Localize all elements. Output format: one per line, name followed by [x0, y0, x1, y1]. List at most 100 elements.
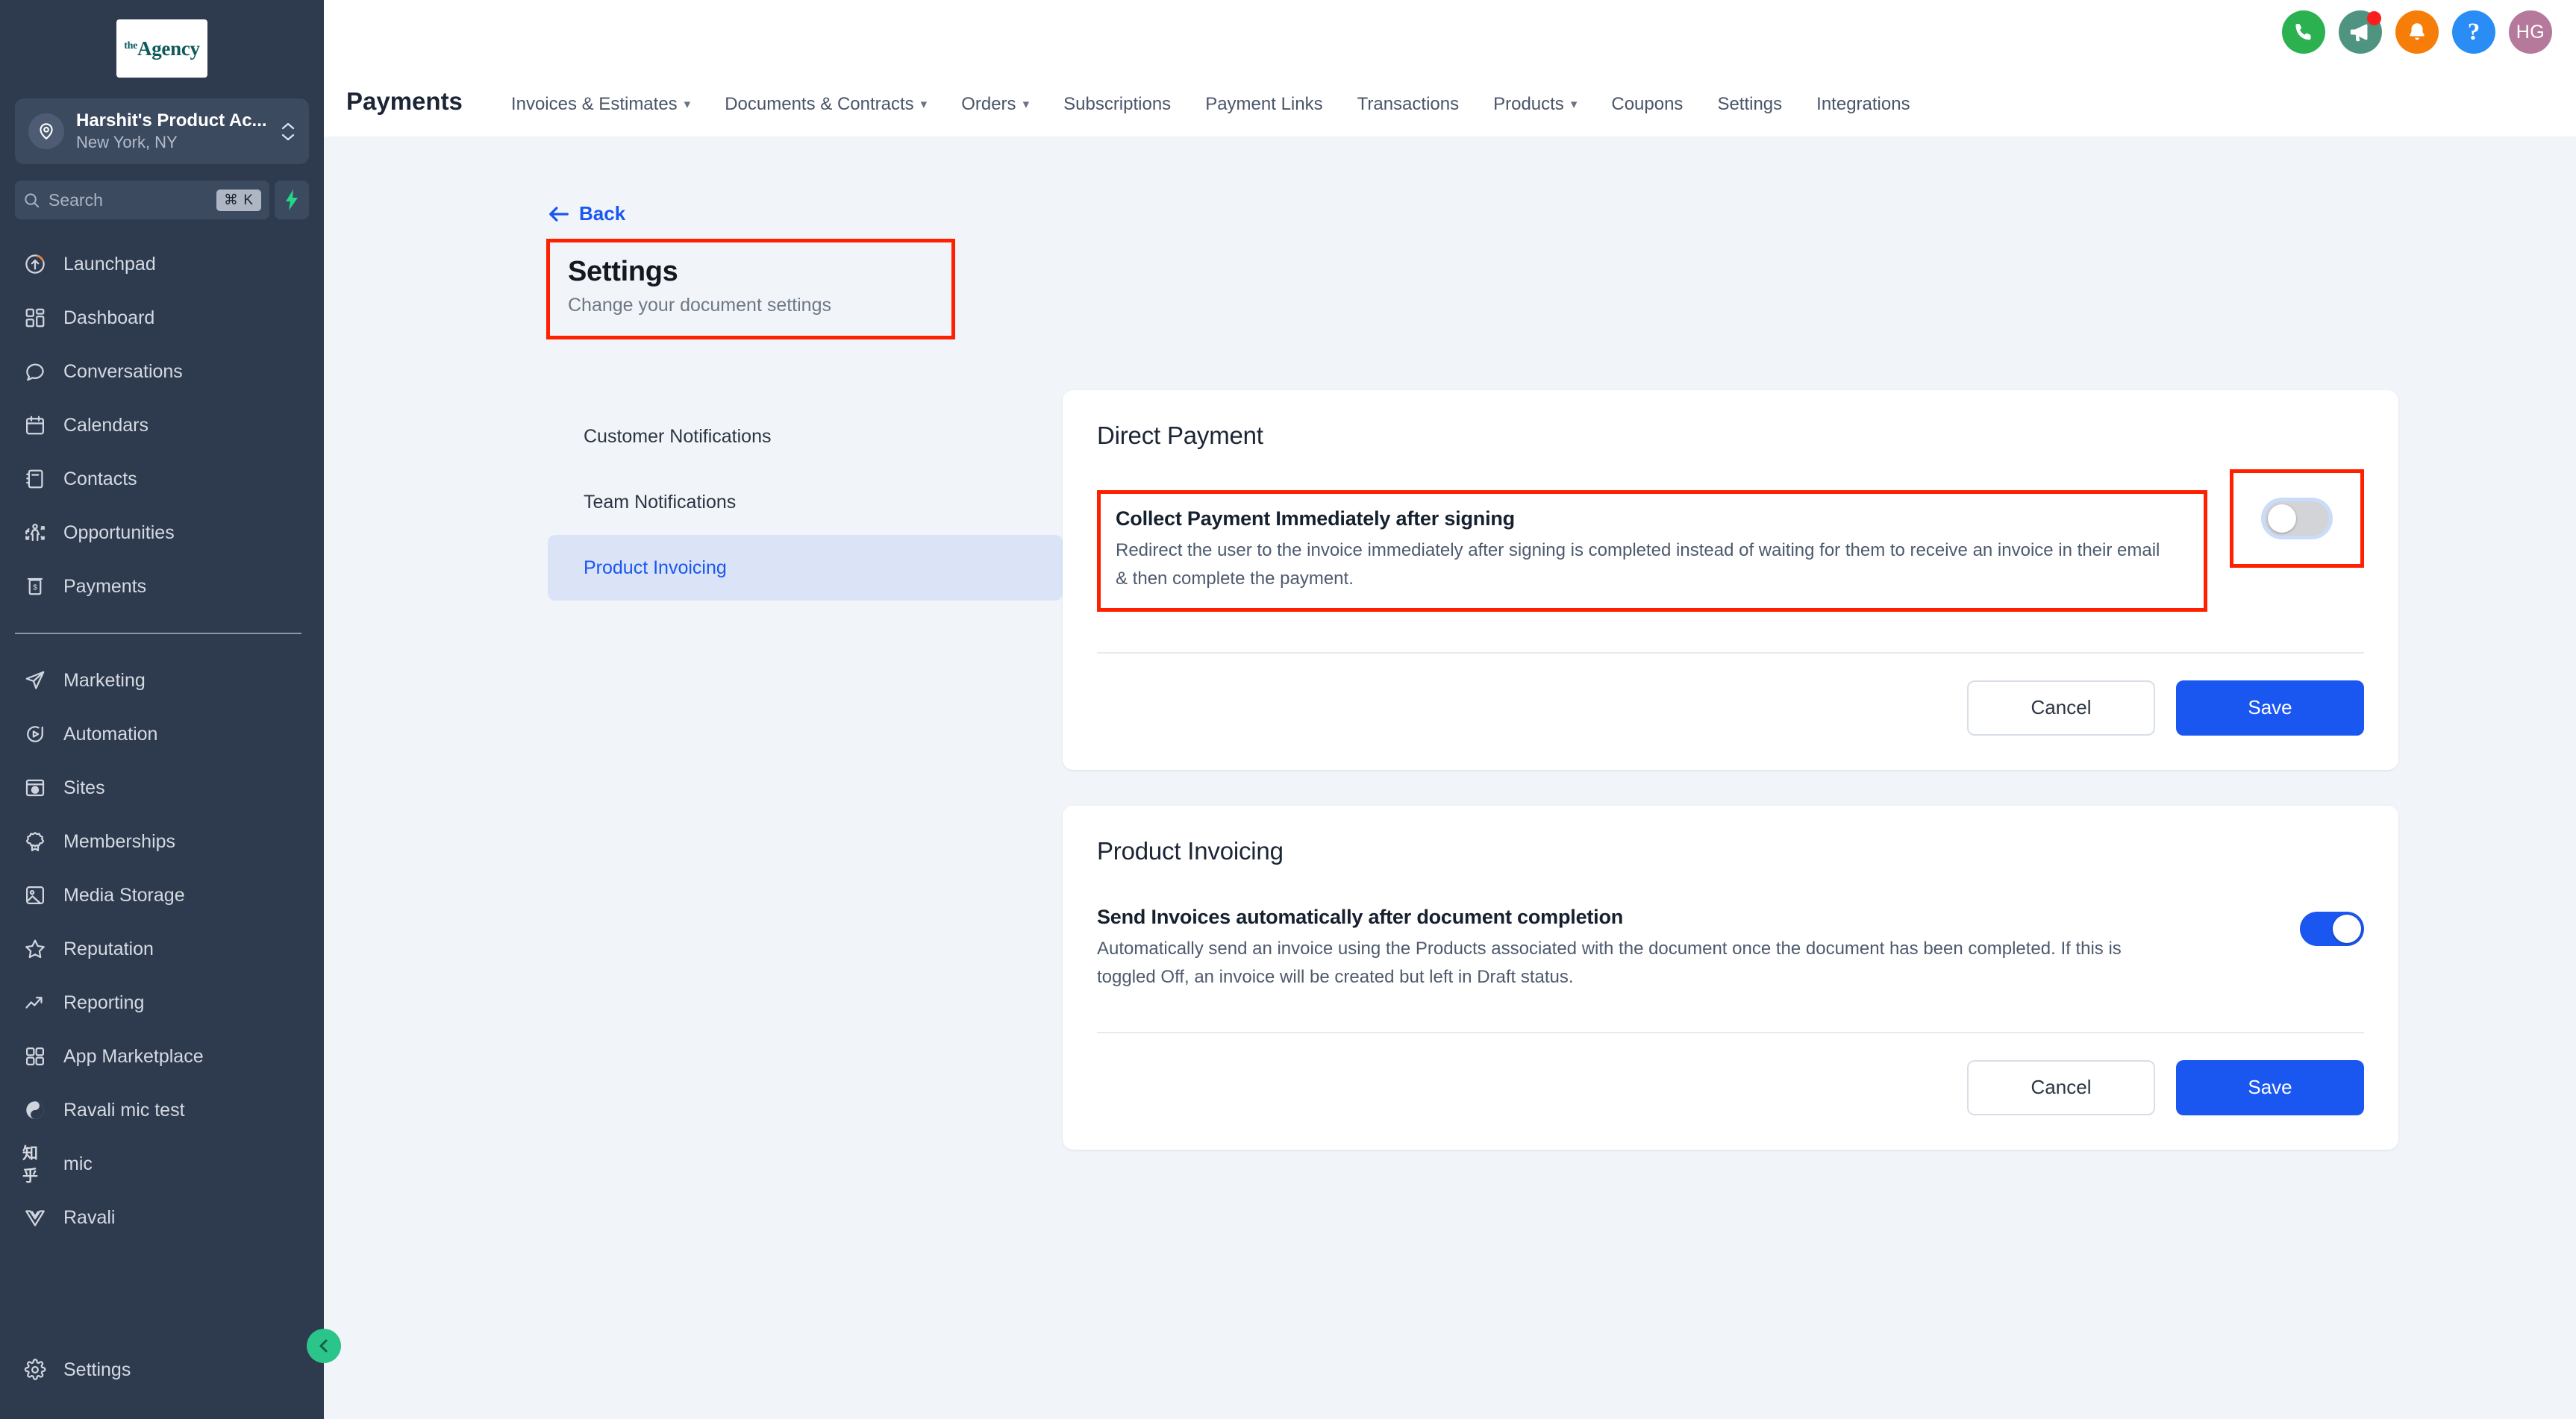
submenu-label: Team Notifications: [584, 491, 737, 513]
sidebar-item-media-storage[interactable]: Media Storage: [0, 868, 324, 922]
location-switcher[interactable]: Harshit's Product Ac... New York, NY: [15, 98, 309, 164]
tab-products[interactable]: Products ▾: [1476, 94, 1594, 115]
back-button[interactable]: Back: [548, 202, 625, 225]
sidebar-item-label: Marketing: [63, 669, 146, 691]
zhihu-icon: 知乎: [22, 1144, 38, 1185]
sidebar-item-ravali-mic-test[interactable]: Ravali mic test: [0, 1083, 324, 1137]
tab-documents-contracts[interactable]: Documents & Contracts ▾: [707, 94, 944, 115]
sidebar-footer: Settings: [0, 1343, 324, 1419]
chevron-down-icon: ▾: [920, 97, 928, 111]
chevron-down-icon: ▾: [1022, 97, 1030, 111]
tab-settings[interactable]: Settings: [1700, 94, 1799, 115]
calendar-icon: [22, 413, 48, 438]
collect-payment-toggle[interactable]: [2265, 501, 2329, 536]
send-invoices-toggle[interactable]: [2300, 911, 2364, 946]
search-input[interactable]: Search ⌘ K: [15, 181, 269, 219]
settings-submenu: Customer Notifications Team Notification…: [548, 390, 1063, 1185]
sidebar-item-settings[interactable]: Settings: [0, 1343, 324, 1397]
setting-title: Collect Payment Immediately after signin…: [1116, 507, 1515, 530]
chevron-left-icon: [319, 1339, 328, 1353]
logo-container: theAgency: [0, 0, 324, 91]
direct-payment-card: Direct Payment Collect Payment Immediate…: [1063, 390, 2398, 770]
cancel-button[interactable]: Cancel: [1967, 680, 2155, 736]
sidebar-item-automation[interactable]: Automation: [0, 707, 324, 761]
sidebar-item-app-marketplace[interactable]: App Marketplace: [0, 1030, 324, 1083]
tab-invoices-estimates[interactable]: Invoices & Estimates ▾: [494, 94, 707, 115]
sidebar-item-payments[interactable]: $ Payments: [0, 560, 324, 613]
collect-payment-annotation: Collect Payment Immediately after signin…: [1097, 490, 2207, 612]
location-sub: New York, NY: [76, 132, 178, 151]
sidebar-item-opportunities[interactable]: Opportunities: [0, 506, 324, 560]
page-title: Payments: [346, 87, 463, 115]
main-area: ? HG Payments Invoices & Estimates ▾ Docu…: [324, 0, 2576, 1419]
sidebar-item-marketing[interactable]: Marketing: [0, 654, 324, 707]
megaphone-icon[interactable]: [2339, 10, 2382, 54]
collect-payment-toggle-annotation: [2230, 469, 2364, 568]
save-button[interactable]: Save: [2176, 680, 2364, 736]
agency-logo[interactable]: theAgency: [116, 19, 207, 78]
phone-icon[interactable]: [2282, 10, 2325, 54]
product-invoicing-actions: Cancel Save: [1097, 1033, 2364, 1150]
tab-label: Products: [1493, 94, 1564, 114]
tab-label: Coupons: [1611, 94, 1684, 114]
tab-coupons[interactable]: Coupons: [1594, 94, 1700, 115]
tab-label: Settings: [1717, 94, 1783, 114]
sidebar-item-dashboard[interactable]: Dashboard: [0, 291, 324, 345]
collapse-sidebar-button[interactable]: [307, 1329, 341, 1363]
sidebar-item-label: Memberships: [63, 830, 176, 852]
sidebar-item-label: Settings: [63, 1359, 131, 1380]
sidebar-item-ravali[interactable]: Ravali: [0, 1191, 324, 1244]
tab-subscriptions[interactable]: Subscriptions: [1046, 94, 1188, 115]
content-area: Back Settings Change your document setti…: [324, 137, 2576, 1419]
sidebar-item-label: Ravali mic test: [63, 1099, 185, 1121]
notification-badge: [2367, 11, 2381, 25]
sidebar-item-label: Opportunities: [63, 521, 175, 543]
submenu-item-product-invoicing[interactable]: Product Invoicing: [548, 535, 1063, 601]
sidebar-item-mic[interactable]: 知乎 mic: [0, 1137, 324, 1191]
tab-orders[interactable]: Orders ▾: [944, 94, 1046, 115]
sidebar-item-label: Sites: [63, 777, 105, 798]
tab-payment-links[interactable]: Payment Links: [1188, 94, 1339, 115]
sidebar-item-conversations[interactable]: Conversations: [0, 345, 324, 398]
bell-icon[interactable]: [2395, 10, 2439, 54]
sidebar: theAgency Harshit's Product Ac... New Yo…: [0, 0, 341, 1419]
sidebar-item-label: Ravali: [63, 1206, 116, 1228]
submenu-label: Product Invoicing: [584, 557, 727, 578]
tab-integrations[interactable]: Integrations: [1799, 94, 1927, 115]
cancel-button[interactable]: Cancel: [1967, 1059, 2155, 1115]
sites-icon: [22, 775, 48, 801]
submenu-item-team-notifications[interactable]: Team Notifications: [548, 469, 1063, 535]
sidebar-item-launchpad[interactable]: Launchpad: [0, 237, 324, 291]
sidebar-item-contacts[interactable]: Contacts: [0, 452, 324, 506]
app-marketplace-icon: [22, 1044, 48, 1069]
contacts-icon: [22, 466, 48, 492]
save-button[interactable]: Save: [2176, 1059, 2364, 1115]
sidebar-item-memberships[interactable]: Memberships: [0, 815, 324, 868]
submenu-item-customer-notifications[interactable]: Customer Notifications: [548, 404, 1063, 469]
sidebar-item-reputation[interactable]: Reputation: [0, 922, 324, 976]
sidebar-item-label: Media Storage: [63, 884, 185, 906]
user-avatar[interactable]: HG: [2509, 10, 2552, 54]
tab-label: Subscriptions: [1063, 94, 1172, 114]
chevron-down-icon: ▾: [684, 97, 691, 111]
app-root: theAgency Harshit's Product Ac... New Yo…: [0, 0, 2576, 1419]
sidebar-item-label: Reporting: [63, 992, 145, 1013]
sidebar-item-calendars[interactable]: Calendars: [0, 398, 324, 452]
search-placeholder: Search: [49, 189, 103, 210]
help-icon[interactable]: ?: [2452, 10, 2495, 54]
lightning-bolt-icon: [286, 189, 298, 210]
avatar-initials: HG: [2516, 21, 2545, 43]
tab-label: Payment Links: [1205, 94, 1323, 114]
sidebar-item-label: Automation: [63, 723, 158, 745]
product-invoicing-card: Product Invoicing Send Invoices automati…: [1063, 805, 2398, 1150]
automation-icon: [22, 721, 48, 747]
sidebar-item-reporting[interactable]: Reporting: [0, 976, 324, 1030]
yin-yang-icon: [22, 1097, 48, 1123]
search-row: Search ⌘ K: [15, 181, 309, 219]
quick-action-button[interactable]: [275, 181, 309, 219]
page-heading: Settings: [568, 256, 678, 287]
reporting-icon: [22, 990, 48, 1015]
send-invoices-setting: Send Invoices automatically after docume…: [1097, 906, 2278, 992]
tab-transactions[interactable]: Transactions: [1340, 94, 1477, 115]
sidebar-item-sites[interactable]: Sites: [0, 761, 324, 815]
